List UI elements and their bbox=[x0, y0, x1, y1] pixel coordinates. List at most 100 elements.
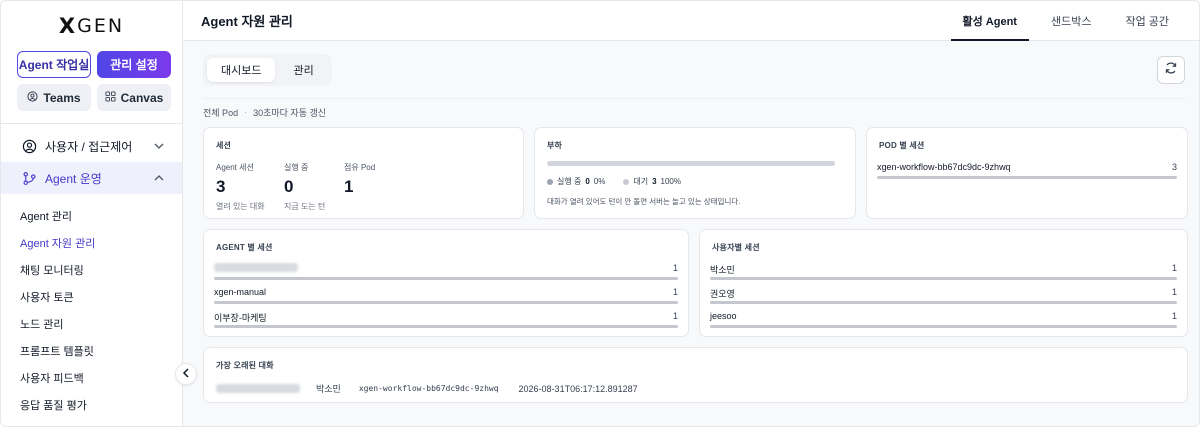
redacted-agent-name bbox=[214, 263, 298, 274]
subtab-manage[interactable]: 관리 bbox=[279, 58, 327, 82]
metric-occupied-pod: 점유 Pod 1 bbox=[344, 162, 375, 197]
refresh-button[interactable] bbox=[1157, 55, 1185, 84]
tab-sandbox[interactable]: 샌드박스 bbox=[1039, 1, 1103, 40]
running-value: 0 bbox=[585, 177, 590, 186]
session-card: 세션 Agent 세션 3 열려 있는 대화 실행 중 0 지금 도는 턴 점유… bbox=[203, 127, 524, 219]
sidebar-group-agent-ops[interactable]: Agent 운영 bbox=[1, 162, 182, 194]
sidebar-item-node-management[interactable]: 노드 관리 bbox=[1, 310, 182, 337]
sidebar-item-user-token[interactable]: 사용자 토큰 bbox=[1, 283, 182, 310]
canvas-button[interactable]: Canvas bbox=[97, 84, 171, 111]
separator-dot: · bbox=[244, 107, 248, 117]
sidebar-item-prompt-template[interactable]: 프롬프트 템플릿 bbox=[1, 337, 182, 364]
pod-status-line: 전체 Pod · 30초마다 자동 갱신 bbox=[203, 99, 1185, 125]
card-title: AGENT 별 세션 bbox=[216, 243, 273, 252]
list-item: 이부장-마케팅 1 bbox=[214, 311, 678, 328]
sidebar-collapse-button[interactable] bbox=[175, 363, 197, 385]
sidebar-item-agent-management[interactable]: Agent 관리 bbox=[1, 202, 182, 229]
xgen-logo[interactable]: X GEN bbox=[1, 1, 182, 51]
teams-label: Teams bbox=[43, 90, 81, 105]
user-circle-icon bbox=[27, 90, 39, 105]
sidebar-item-user-feedback[interactable]: 사용자 피드백 bbox=[1, 364, 182, 391]
metric-agent-sessions: Agent 세션 3 열려 있는 대화 bbox=[216, 162, 265, 212]
waiting-dot bbox=[623, 178, 630, 185]
sidebar-items: Agent 관리 Agent 자원 관리 채팅 모니터링 사용자 토큰 노드 관… bbox=[1, 194, 182, 418]
count-bar bbox=[877, 176, 1177, 179]
grid-icon bbox=[105, 90, 116, 105]
agent-name: xgen-manual bbox=[214, 287, 267, 297]
card-title: 가장 오래된 대화 bbox=[216, 361, 274, 370]
running-dot bbox=[547, 178, 553, 185]
teams-button[interactable]: Teams bbox=[17, 84, 91, 111]
sidebar-item-agent-resource[interactable]: Agent 자원 관리 bbox=[1, 229, 182, 256]
sidebar-item-quality-eval[interactable]: 응답 품질 평가 bbox=[1, 391, 182, 418]
card-title: 세션 bbox=[216, 141, 232, 150]
load-note: 대화가 열려 있어도 턴이 안 돌면 서버는 놀고 있는 상태입니다. bbox=[547, 197, 741, 206]
user-count: 1 bbox=[1171, 287, 1177, 297]
load-card: 부하 실행 중 0 0% 대기 3 100% 대화가 열려 있어도 턴이 안 돌… bbox=[534, 127, 856, 219]
tab-workspace[interactable]: 작업 공간 bbox=[1113, 1, 1181, 40]
count-bar bbox=[710, 325, 1177, 328]
sidebar-item-chat-monitoring[interactable]: 채팅 모니터링 bbox=[1, 256, 182, 283]
refresh-icon bbox=[1164, 61, 1178, 78]
subtab-dashboard[interactable]: 대시보드 bbox=[207, 57, 276, 82]
pod-scope-label: 전체 Pod bbox=[203, 107, 239, 118]
page-title: Agent 자원 관리 bbox=[201, 14, 293, 29]
metric-label: 점유 Pod bbox=[344, 163, 376, 172]
agent-count: 1 bbox=[672, 311, 678, 321]
user-name: 박소민 bbox=[710, 265, 735, 275]
count-bar bbox=[710, 277, 1177, 280]
count-bar bbox=[214, 277, 678, 280]
card-title: 부하 bbox=[547, 141, 563, 150]
waiting-label: 대기 bbox=[633, 177, 649, 186]
user-name: jeesoo bbox=[710, 311, 737, 321]
app-window: X GEN Agent 작업실 관리 설정 Teams Canvas 사용자 /… bbox=[0, 0, 1200, 427]
auto-refresh-label: 30초마다 자동 갱신 bbox=[253, 107, 327, 118]
load-progress-bar bbox=[547, 161, 835, 166]
metric-value: 0 bbox=[284, 177, 294, 196]
oldest-conversation-row: 박소민 xgen-workflow-bb67dc9dc-9zhwq 2026-0… bbox=[216, 382, 638, 395]
sidebar: X GEN Agent 작업실 관리 설정 Teams Canvas 사용자 /… bbox=[1, 1, 183, 426]
agent-studio-button[interactable]: Agent 작업실 bbox=[17, 51, 92, 78]
logo-x: X bbox=[58, 14, 78, 38]
content-area: 대시보드 관리 전체 Pod · 30초마다 자동 갱신 세션 Agent 세션 bbox=[183, 41, 1199, 426]
admin-settings-button[interactable]: 관리 설정 bbox=[97, 51, 171, 78]
agent-sessions-card: AGENT 별 세션 1 xgen-manual 1 이부장-마케팅 1 bbox=[203, 229, 689, 337]
chevron-up-icon bbox=[154, 173, 164, 184]
metric-sub: 지금 도는 턴 bbox=[284, 202, 326, 211]
running-label: 실행 중 bbox=[557, 177, 582, 186]
pod-count: 3 bbox=[1171, 162, 1177, 172]
list-item: jeesoo 1 bbox=[710, 311, 1177, 328]
load-legend: 실행 중 0 0% 대기 3 100% bbox=[547, 176, 681, 187]
user-circle-icon bbox=[21, 138, 37, 154]
subtabs-row: 대시보드 관리 bbox=[203, 41, 1185, 99]
logo-text: GEN bbox=[77, 15, 125, 37]
list-item: 권오영 1 bbox=[710, 287, 1177, 304]
oldest-user: 박소민 bbox=[316, 384, 341, 394]
metric-running: 실행 중 0 지금 도는 턴 bbox=[284, 162, 325, 212]
count-bar bbox=[214, 325, 678, 328]
top-tabs: 활성 Agent 샌드박스 작업 공간 bbox=[941, 1, 1182, 41]
metric-label: Agent 세션 bbox=[216, 163, 254, 172]
running-pct: 0% bbox=[593, 177, 606, 186]
user-sessions-card: 사용자별 세션 박소민 1 권오영 1 jeesoo 1 bbox=[699, 229, 1188, 337]
sidebar-group-label: 사용자 / 접근제어 bbox=[45, 139, 133, 154]
sidebar-group-user-access[interactable]: 사용자 / 접근제어 bbox=[1, 130, 182, 162]
pod-sessions-card: POD 별 세션 xgen-workflow-bb67dc9dc-9zhwq 3 bbox=[866, 127, 1188, 219]
user-count: 1 bbox=[1171, 311, 1177, 321]
list-item: xgen-workflow-bb67dc9dc-9zhwq 3 bbox=[877, 162, 1177, 179]
tab-active-agent[interactable]: 활성 Agent bbox=[950, 1, 1030, 41]
chevron-down-icon bbox=[154, 141, 164, 152]
waiting-pct: 100% bbox=[660, 177, 681, 186]
metric-sub: 열려 있는 대화 bbox=[216, 202, 265, 211]
redacted-text bbox=[216, 384, 300, 393]
list-item: 박소민 1 bbox=[710, 263, 1177, 280]
user-count: 1 bbox=[1171, 263, 1177, 273]
top-bar: Agent 자원 관리 활성 Agent 샌드박스 작업 공간 bbox=[183, 1, 1199, 41]
pod-name: xgen-workflow-bb67dc9dc-9zhwq bbox=[877, 162, 1011, 172]
chevron-left-icon bbox=[182, 367, 190, 381]
redacted-text bbox=[214, 263, 298, 272]
oldest-conversation-card: 가장 오래된 대화 박소민 xgen-workflow-bb67dc9dc-9z… bbox=[203, 347, 1188, 403]
main-area: Agent 자원 관리 활성 Agent 샌드박스 작업 공간 대시보드 관리 bbox=[183, 1, 1199, 426]
agent-count: 1 bbox=[672, 287, 678, 297]
card-title: POD 별 세션 bbox=[879, 141, 925, 150]
